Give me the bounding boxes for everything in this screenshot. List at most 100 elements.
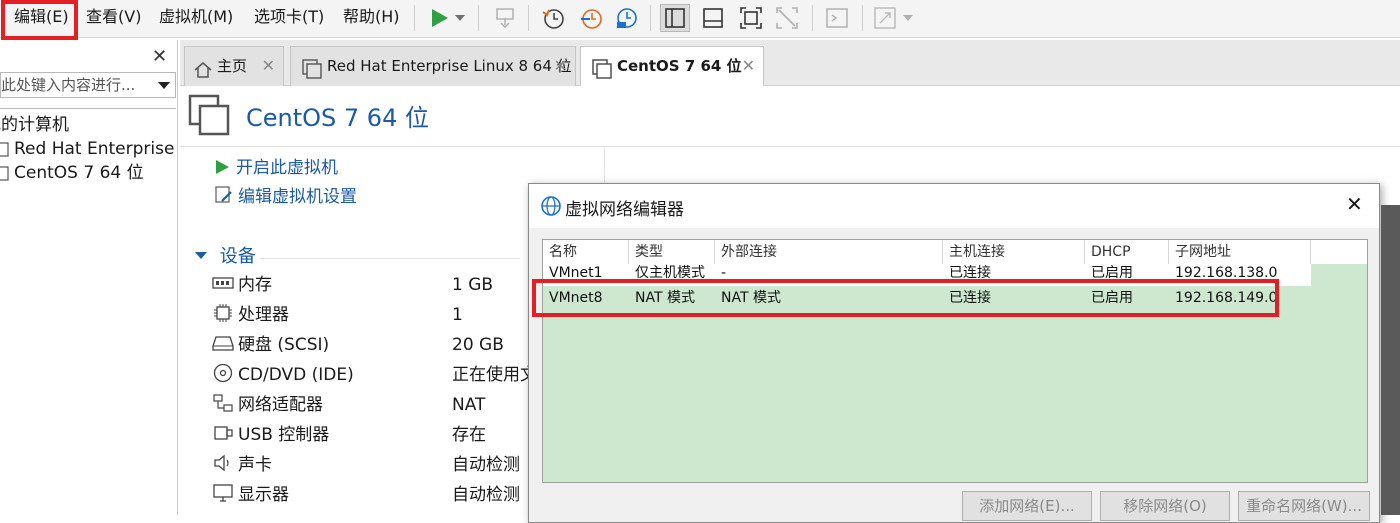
send-ctrl-alt-del-icon[interactable] — [490, 4, 520, 32]
device-name: 内存 — [238, 275, 272, 295]
device-value: 20 GB — [452, 335, 504, 355]
col-header-host[interactable]: 主机连接 — [943, 240, 1085, 264]
menu-tabs[interactable]: 选项卡(T) — [254, 6, 324, 28]
devices-section-header[interactable]: 设备 — [194, 244, 256, 270]
device-row[interactable]: 硬盘 (SCSI) — [212, 333, 329, 357]
search-dropdown-chevron-icon[interactable] — [157, 73, 171, 97]
vm-icon — [0, 163, 10, 183]
device-row[interactable]: 显示器 — [212, 483, 289, 507]
home-icon — [193, 56, 213, 86]
tree-item-label: 我的计算机 — [0, 115, 69, 135]
memory-icon — [212, 273, 234, 293]
menu-bar: 编辑(E) 查看(V) 虚拟机(M) 选项卡(T) 帮助(H) — [0, 0, 1400, 40]
power-dropdown-chevron-icon[interactable] — [450, 4, 470, 32]
toolbar-separator — [478, 5, 479, 31]
col-header-external[interactable]: 外部连接 — [715, 240, 943, 264]
dialog-close-icon[interactable]: ✕ — [1346, 192, 1363, 216]
title-divider — [180, 146, 1400, 147]
dialog-titlebar: 虚拟网络编辑器 ✕ — [529, 184, 1379, 228]
power-on-vm-link[interactable]: 开启此虚拟机 — [214, 155, 338, 181]
vm-icon — [0, 139, 10, 159]
action-label: 编辑虚拟机设置 — [238, 187, 357, 207]
tab-close-icon[interactable]: ✕ — [262, 47, 275, 85]
background-window-edge — [1381, 205, 1400, 515]
display-icon — [212, 483, 234, 503]
revert-snapshot-icon[interactable] — [576, 4, 606, 32]
tab-close-icon[interactable]: ✕ — [742, 47, 755, 85]
devices-header-line — [260, 258, 520, 259]
edit-vm-settings-link[interactable]: 编辑虚拟机设置 — [214, 184, 357, 210]
col-header-filler — [1311, 240, 1367, 264]
toolbar-separator — [414, 5, 415, 31]
library-search-input[interactable]: 此处键入内容进行... — [0, 72, 176, 98]
console-view-icon[interactable] — [822, 4, 852, 32]
usb-icon — [212, 423, 234, 443]
unity-mode-icon[interactable] — [772, 4, 802, 32]
device-value: NAT — [452, 395, 486, 415]
thumbnail-bar-icon[interactable] — [698, 4, 728, 32]
highlight-box-vmnet8 — [532, 279, 1279, 317]
col-header-name[interactable]: 名称 — [543, 240, 629, 264]
full-screen-icon[interactable] — [736, 4, 766, 32]
device-row[interactable]: 处理器 — [212, 303, 289, 327]
action-label: 开启此虚拟机 — [236, 158, 338, 178]
device-row[interactable]: 声卡 — [212, 453, 272, 477]
col-header-type[interactable]: 类型 — [629, 240, 715, 264]
tree-item-rhel[interactable]: Red Hat Enterprise — [0, 137, 174, 161]
vm-tab-icon — [301, 56, 323, 86]
device-value: 存在 — [452, 425, 486, 445]
stretch-guest-icon[interactable] — [870, 4, 900, 32]
tab-label: CentOS 7 64 位 — [617, 57, 742, 75]
tree-item-centos[interactable]: CentOS 7 64 位 — [0, 161, 144, 185]
tab-centos[interactable]: CentOS 7 64 位 ✕ — [580, 46, 764, 87]
tab-label: 主页 — [217, 57, 248, 75]
collapse-chevron-icon — [194, 244, 210, 270]
device-name: 硬盘 (SCSI) — [238, 335, 330, 355]
vm-title: CentOS 7 64 位 — [246, 104, 429, 132]
tree-item-label: CentOS 7 64 位 — [14, 163, 144, 183]
sound-icon — [212, 453, 234, 473]
highlight-box-menu-edit — [1, 0, 78, 40]
tree-item-label: Red Hat Enterprise — [14, 139, 175, 159]
tab-close-icon[interactable]: ✕ — [554, 47, 567, 85]
snapshot-manager-icon[interactable] — [612, 4, 642, 32]
play-icon — [214, 158, 232, 178]
device-name: 网络适配器 — [238, 395, 323, 415]
network-table: 名称 类型 外部连接 主机连接 DHCP 子网地址 VMnet1 仅主机模式 - 已连… — [542, 239, 1368, 483]
dialog-title: 虚拟网络编辑器 — [565, 200, 684, 220]
device-name: CD/DVD (IDE) — [238, 365, 354, 385]
device-row[interactable]: CD/DVD (IDE) — [212, 363, 354, 387]
globe-network-icon — [540, 195, 562, 221]
stretch-dropdown-chevron-icon[interactable] — [898, 4, 918, 32]
remove-network-button[interactable]: 移除网络(O) — [1100, 491, 1230, 521]
rename-network-button[interactable]: 重命名网络(W)... — [1238, 491, 1370, 521]
device-name: 处理器 — [238, 305, 289, 325]
menu-view[interactable]: 查看(V) — [86, 6, 141, 28]
device-name: 声卡 — [238, 455, 272, 475]
toolbar-separator — [812, 5, 813, 31]
device-name: USB 控制器 — [238, 425, 330, 445]
tab-rhel[interactable]: Red Hat Enterprise Linux 8 64 位 ✕ — [290, 46, 576, 86]
add-network-button[interactable]: 添加网络(E)... — [962, 491, 1092, 521]
snapshot-icon[interactable] — [538, 4, 568, 32]
device-row[interactable]: 内存 — [212, 273, 272, 297]
library-close-icon[interactable]: ✕ — [152, 46, 167, 67]
tree-item-my-computer[interactable]: 我的计算机 — [0, 113, 69, 137]
device-value: 自动检测 — [452, 455, 520, 475]
col-header-subnet[interactable]: 子网地址 — [1169, 240, 1311, 264]
col-header-dhcp[interactable]: DHCP — [1085, 240, 1169, 264]
network-adapter-icon — [212, 393, 234, 413]
menu-vm[interactable]: 虚拟机(M) — [159, 6, 233, 28]
show-library-icon[interactable] — [660, 4, 690, 32]
menu-help[interactable]: 帮助(H) — [343, 6, 400, 28]
tab-home[interactable]: 主页 ✕ — [184, 46, 284, 86]
tab-bar: 主页 ✕ Red Hat Enterprise Linux 8 64 位 ✕ C… — [180, 40, 1400, 87]
device-row[interactable]: 网络适配器 — [212, 393, 323, 417]
edit-settings-icon — [214, 185, 234, 205]
tab-label: Red Hat Enterprise Linux 8 64 位 — [327, 57, 572, 75]
devices-header-label: 设备 — [219, 246, 256, 267]
library-search-placeholder: 此处键入内容进行... — [1, 76, 136, 94]
library-tree: 我的计算机 Red Hat Enterprise CentOS 7 64 位 — [0, 108, 176, 513]
device-name: 显示器 — [238, 485, 289, 505]
device-row[interactable]: USB 控制器 — [212, 423, 329, 447]
